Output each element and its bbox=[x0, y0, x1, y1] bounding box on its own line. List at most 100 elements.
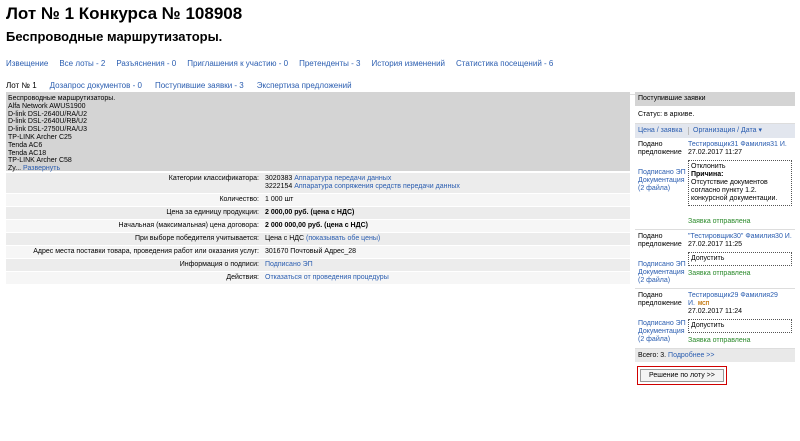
param-value: Подписано ЭП bbox=[262, 258, 630, 272]
unit-price: 2 000,00 руб. (цена с НДС) bbox=[265, 209, 355, 216]
bid-left: Подано предложение Подписано ЭП Документ… bbox=[635, 233, 688, 285]
top-tabs: Извещение Все лоты - 2 Разъяснения - 0 П… bbox=[6, 59, 794, 68]
param-row-unit-price: Цена за единицу продукции: 2 000,00 руб.… bbox=[6, 206, 630, 220]
tab-invitations[interactable]: Приглашения к участию - 0 bbox=[187, 59, 288, 68]
param-row-signature: Информация о подписи: Подписано ЭП bbox=[6, 258, 630, 272]
lot-params-table: Категории классификатора: 3020383 Аппара… bbox=[6, 173, 630, 285]
param-label: Адрес места поставки товара, проведения … bbox=[6, 245, 262, 259]
sidebar-status: Статус: в архиве. bbox=[635, 106, 795, 124]
description-line: Alfa Network AWUS1900 bbox=[8, 102, 86, 110]
bid-entry: Подано предложение Подписано ЭП Документ… bbox=[635, 138, 795, 230]
sidebar-header: Поступившие заявки bbox=[635, 92, 795, 106]
param-value: 1 000 шт bbox=[262, 193, 630, 207]
description-last-line: Zy... Развернуть bbox=[8, 165, 627, 173]
tab-all-lots[interactable]: Все лоты - 2 bbox=[59, 59, 105, 68]
classifier-link[interactable]: Аппаратура передачи данных bbox=[294, 175, 391, 182]
param-row-classifier: Категории классификатора: 3020383 Аппара… bbox=[6, 173, 630, 194]
bid-sent-status: Заявка отправлена bbox=[688, 218, 751, 225]
bid-reason-label: Причина: bbox=[691, 171, 724, 178]
bid-signed-link[interactable]: Подписано ЭП bbox=[638, 169, 686, 176]
bid-right: Тестировщик29 Фамилия29 И. МСП 27.02.2017… bbox=[688, 292, 795, 345]
tab-clarifications[interactable]: Разъяснения - 0 bbox=[116, 59, 176, 68]
description-line: Беспроводные маршрутизаторы. bbox=[8, 95, 116, 102]
param-label: Количество: bbox=[6, 193, 262, 207]
bid-left: Подано предложение Подписано ЭП Документ… bbox=[635, 141, 688, 226]
param-row-max-price: Начальная (максимальная) цена договора: … bbox=[6, 219, 630, 233]
description-truncated: Zy... bbox=[8, 165, 22, 173]
description-line: TP-LINK Archer C25 bbox=[8, 133, 72, 141]
max-price: 2 000 000,00 руб. (цена с НДС) bbox=[265, 222, 368, 229]
description-line: D-link DSL-2640U/RA/U2 bbox=[8, 110, 87, 118]
cancel-procedure-link[interactable]: Отказаться от проведения процедуры bbox=[265, 274, 389, 281]
description-line: Tenda AC18 bbox=[8, 149, 47, 157]
description-line: Tenda AC6 bbox=[8, 141, 43, 149]
description-line: D-link DSL-2750U/RA/U3 bbox=[8, 126, 87, 134]
lot-main: Беспроводные маршрутизаторы. Alfa Networ… bbox=[6, 92, 630, 285]
bid-submitted: Подано предложение bbox=[638, 233, 682, 248]
classifier-code: 3020383 bbox=[265, 175, 293, 182]
classifier-link[interactable]: Аппаратура сопряжения средств передачи д… bbox=[294, 183, 460, 190]
sort-price-column[interactable]: Цена / заявка bbox=[638, 127, 689, 135]
more-bids-link[interactable]: Подробнее >> bbox=[668, 352, 714, 359]
bid-submitted: Подано предложение bbox=[638, 141, 682, 156]
bid-sent-status: Заявка отправлена bbox=[688, 270, 751, 277]
bid-docs-link[interactable]: Документация (2 файла) bbox=[638, 269, 685, 284]
bids-sidebar: Поступившие заявки Статус: в архиве. Цен… bbox=[635, 92, 795, 385]
param-value: Цена с НДС (показывать обе цены) bbox=[262, 232, 630, 246]
description-line: TP-LINK Archer C58 bbox=[8, 157, 72, 165]
show-both-prices-link[interactable]: (показывать обе цены) bbox=[306, 235, 380, 242]
bid-signed-link[interactable]: Подписано ЭП bbox=[638, 261, 686, 268]
signature-link[interactable]: Подписано ЭП bbox=[265, 261, 313, 268]
param-row-address: Адрес места поставки товара, проведения … bbox=[6, 245, 630, 259]
bid-decision: Допустить bbox=[691, 255, 725, 262]
lot-description: Беспроводные маршрутизаторы. Alfa Networ… bbox=[6, 92, 630, 173]
param-value: 301670 Почтовый Адрес_28 bbox=[262, 245, 630, 259]
tab-notice[interactable]: Извещение bbox=[6, 59, 48, 68]
param-label: Категории классификатора: bbox=[6, 173, 262, 194]
bid-decision-box: Допустить bbox=[688, 252, 792, 266]
sidebar-columns: Цена / заявка Организация / Дата ▾ bbox=[635, 124, 795, 138]
sme-badge: МСП bbox=[697, 301, 710, 307]
bid-signed-link[interactable]: Подписано ЭП bbox=[638, 320, 686, 327]
bid-entry: Подано предложение Подписано ЭП Документ… bbox=[635, 230, 795, 289]
bid-docs-link[interactable]: Документация (2 файла) bbox=[638, 177, 685, 192]
bid-date: 27.02.2017 11:24 bbox=[688, 308, 742, 315]
bid-docs-link[interactable]: Документация (2 файла) bbox=[638, 328, 685, 343]
page: Лот № 1 Конкурса № 108908 Беспроводные м… bbox=[0, 0, 800, 441]
tab-statistics[interactable]: Статистика посещений - 6 bbox=[456, 59, 553, 68]
bid-entry: Подано предложение Подписано ЭП Документ… bbox=[635, 289, 795, 349]
param-label: При выборе победителя учитывается: bbox=[6, 232, 262, 246]
param-label: Цена за единицу продукции: bbox=[6, 206, 262, 220]
page-subtitle: Беспроводные маршрутизаторы. bbox=[6, 29, 223, 44]
bid-date: 27.02.2017 11:25 bbox=[688, 241, 742, 248]
bid-decision-box: Отклонить Причина: Отсутствие документов… bbox=[688, 160, 792, 206]
param-label: Начальная (максимальная) цена договора: bbox=[6, 219, 262, 233]
param-row-winner: При выборе победителя учитывается: Цена … bbox=[6, 232, 630, 246]
param-label: Действия: bbox=[6, 271, 262, 285]
bid-left: Подано предложение Подписано ЭП Документ… bbox=[635, 292, 688, 345]
bid-sent-status: Заявка отправлена bbox=[688, 337, 751, 344]
lot-decision-highlight: Решение по лоту >> bbox=[637, 366, 727, 385]
tab-history[interactable]: История изменений bbox=[371, 59, 445, 68]
description-line: D-link DSL-2640U/RB/U2 bbox=[8, 118, 87, 126]
param-value: 2 000 000,00 руб. (цена с НДС) bbox=[262, 219, 630, 233]
bid-reason: Отсутствие документов согласно пункту 1.… bbox=[691, 179, 778, 202]
winner-value: Цена с НДС bbox=[265, 235, 305, 242]
bid-org-link[interactable]: "Тестировщик30" Фамилия30 И. bbox=[688, 233, 792, 240]
bid-submitted: Подано предложение bbox=[638, 292, 682, 307]
tab-applicants[interactable]: Претенденты - 3 bbox=[299, 59, 360, 68]
bids-total: Всего: 3. Подробнее >> bbox=[635, 349, 795, 362]
bid-decision: Допустить bbox=[691, 322, 725, 329]
bid-decision: Отклонить bbox=[691, 163, 726, 170]
bid-decision-box: Допустить bbox=[688, 319, 792, 333]
param-row-actions: Действия: Отказаться от проведения проце… bbox=[6, 271, 630, 285]
bid-right: "Тестировщик30" Фамилия30 И. 27.02.2017 … bbox=[688, 233, 795, 285]
expand-link[interactable]: Развернуть bbox=[23, 165, 60, 172]
param-value: Отказаться от проведения процедуры bbox=[262, 271, 630, 285]
param-value: 3020383 Аппаратура передачи данных 32221… bbox=[262, 173, 630, 194]
lot-decision-button[interactable]: Решение по лоту >> bbox=[640, 369, 724, 382]
bids-total-count: Всего: 3. bbox=[638, 352, 667, 359]
sort-org-date-column[interactable]: Организация / Дата ▾ bbox=[689, 127, 762, 135]
bid-org-link[interactable]: Тестировщик31 Фамилия31 И. bbox=[688, 141, 787, 148]
classifier-code: 3222154 bbox=[265, 183, 293, 190]
